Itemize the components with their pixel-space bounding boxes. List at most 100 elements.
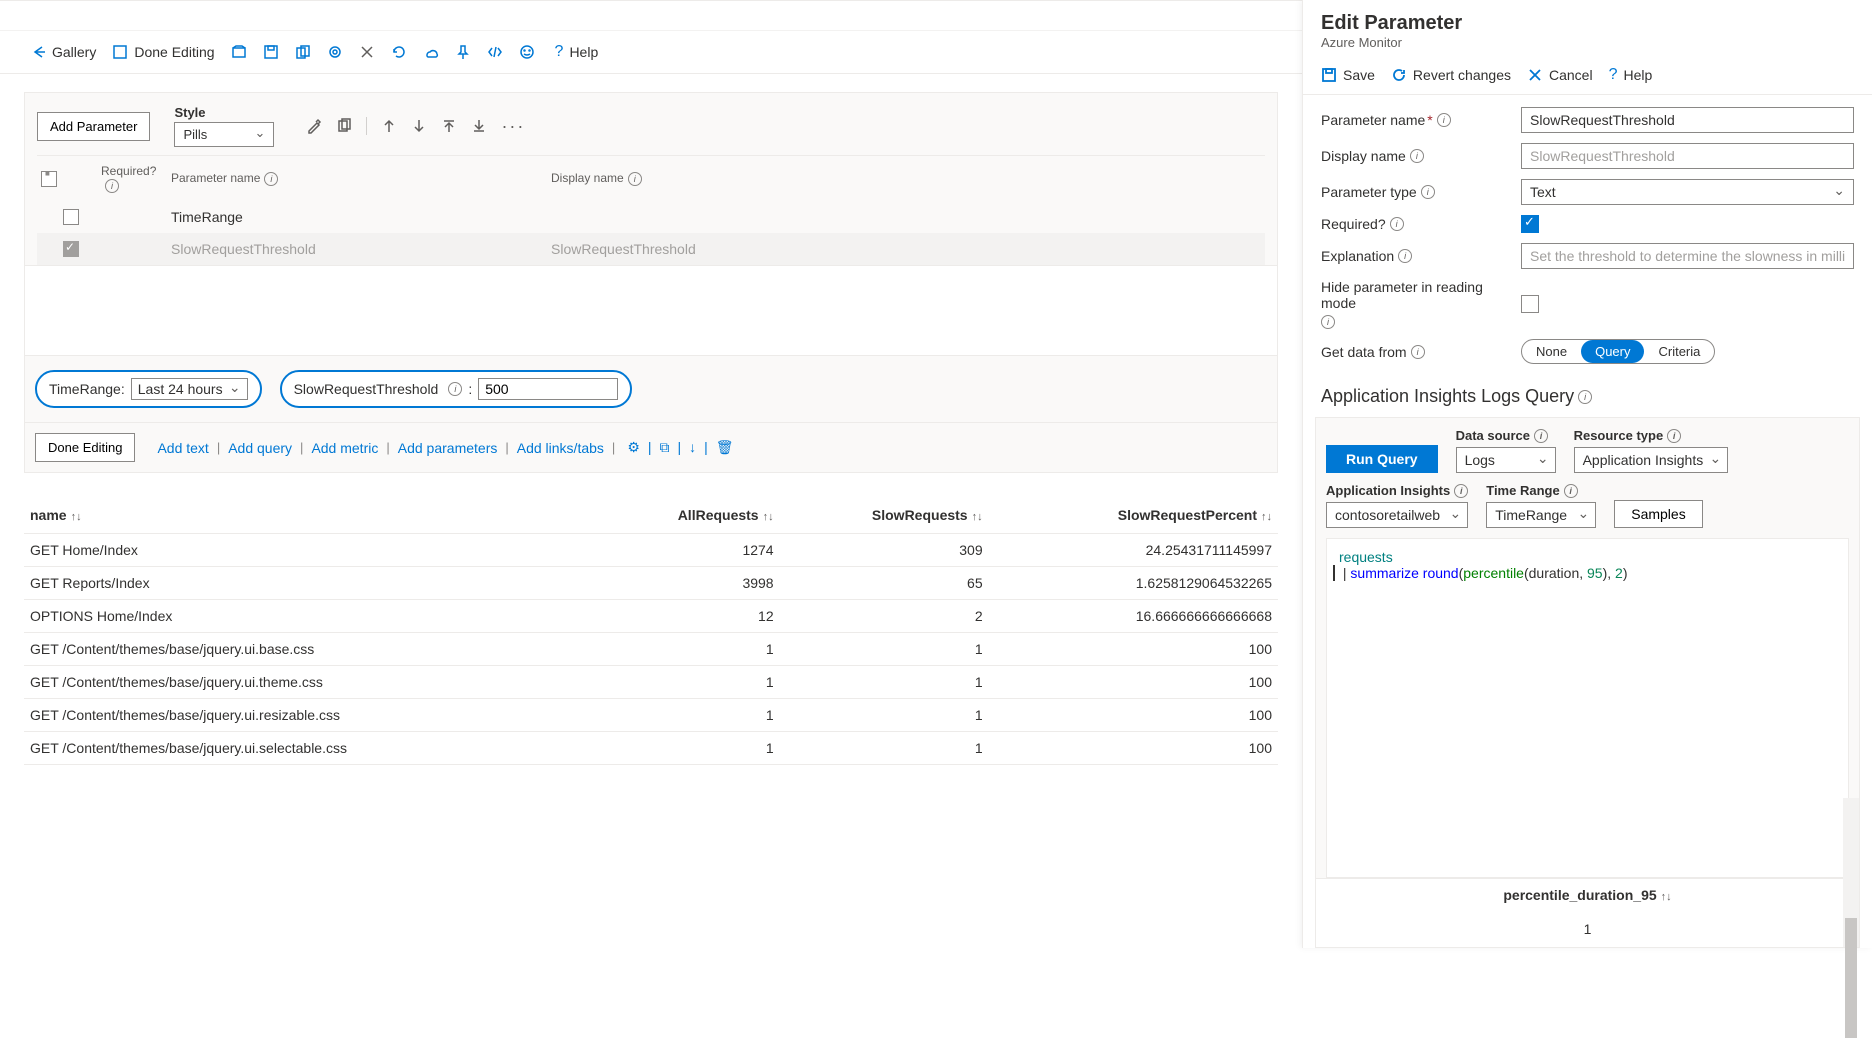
- time-range-select[interactable]: TimeRange: [1486, 502, 1596, 528]
- feedback-icon[interactable]: [513, 40, 541, 64]
- sort-icon[interactable]: ↑↓: [972, 511, 983, 523]
- code-icon[interactable]: [481, 40, 509, 64]
- edit-icon[interactable]: [306, 118, 322, 134]
- save-button[interactable]: Save: [1321, 67, 1375, 83]
- info-icon[interactable]: i: [1564, 484, 1578, 498]
- duplicate-icon[interactable]: [336, 118, 352, 134]
- param-row[interactable]: TimeRange: [37, 201, 1265, 233]
- add-text-link[interactable]: Add text: [157, 440, 208, 456]
- done-editing-button[interactable]: Done Editing: [106, 40, 220, 64]
- sort-icon[interactable]: ↑↓: [763, 511, 774, 523]
- info-icon[interactable]: i: [1411, 345, 1425, 359]
- parameter-name-input[interactable]: [1521, 107, 1854, 133]
- data-source-select[interactable]: Logs: [1456, 447, 1556, 473]
- info-icon[interactable]: i: [1667, 429, 1681, 443]
- query-section-title: Application Insights Logs Query: [1321, 386, 1574, 407]
- sort-icon[interactable]: ↑↓: [1261, 511, 1272, 523]
- cloud-icon[interactable]: [417, 40, 445, 64]
- revert-button[interactable]: Revert changes: [1391, 67, 1511, 83]
- info-icon[interactable]: i: [1398, 249, 1412, 263]
- parameter-type-select[interactable]: Text: [1521, 179, 1854, 205]
- table-row[interactable]: GET /Content/themes/base/jquery.ui.base.…: [24, 633, 1278, 666]
- slowrequest-value-input[interactable]: [478, 378, 618, 400]
- select-all-checkbox[interactable]: [41, 171, 57, 187]
- hide-checkbox[interactable]: [1521, 295, 1539, 313]
- gallery-label: Gallery: [52, 44, 96, 60]
- col-all[interactable]: AllRequests: [678, 507, 759, 523]
- close-icon[interactable]: [353, 40, 381, 64]
- info-icon[interactable]: i: [1410, 149, 1424, 163]
- result-header[interactable]: percentile_duration_95: [1503, 887, 1656, 903]
- table-row[interactable]: OPTIONS Home/Index12216.666666666666668: [24, 600, 1278, 633]
- display-name-input[interactable]: [1521, 143, 1854, 169]
- copy-icon[interactable]: [289, 40, 317, 64]
- gallery-button[interactable]: Gallery: [24, 40, 102, 64]
- refresh-icon[interactable]: [385, 40, 413, 64]
- query-editor[interactable]: requests | summarize round(percentile(du…: [1326, 538, 1849, 878]
- explanation-input[interactable]: [1521, 243, 1854, 269]
- timerange-pill[interactable]: TimeRange: Last 24 hours: [35, 370, 262, 408]
- info-icon[interactable]: i: [105, 179, 119, 193]
- add-metric-link[interactable]: Add metric: [311, 440, 378, 456]
- table-row[interactable]: GET Reports/Index3998651.625812906453226…: [24, 567, 1278, 600]
- info-icon[interactable]: i: [1534, 429, 1548, 443]
- run-query-button[interactable]: Run Query: [1326, 445, 1438, 473]
- step-copy-icon[interactable]: ⧉: [660, 439, 670, 456]
- col-slow[interactable]: SlowRequests: [872, 507, 968, 523]
- add-query-link[interactable]: Add query: [228, 440, 292, 456]
- get-data-segmented: None Query Criteria: [1521, 339, 1715, 364]
- param-row-selected[interactable]: SlowRequestThreshold SlowRequestThreshol…: [37, 233, 1265, 265]
- row-checkbox[interactable]: [63, 209, 79, 225]
- move-bottom-icon[interactable]: [471, 118, 487, 134]
- cancel-button[interactable]: Cancel: [1527, 67, 1593, 83]
- seg-none[interactable]: None: [1522, 340, 1581, 363]
- step-down-icon[interactable]: ↓: [689, 439, 696, 456]
- scrollbar[interactable]: [1843, 798, 1859, 947]
- done-editing-step[interactable]: Done Editing: [35, 433, 135, 462]
- slowrequest-pill[interactable]: SlowRequestThreshold i :: [280, 370, 633, 408]
- add-parameters-link[interactable]: Add parameters: [398, 440, 498, 456]
- pin-icon[interactable]: [449, 40, 477, 64]
- info-icon[interactable]: i: [1454, 484, 1468, 498]
- info-icon[interactable]: i: [1578, 390, 1592, 404]
- move-top-icon[interactable]: [441, 118, 457, 134]
- app-insights-select[interactable]: contosoretailweb: [1326, 502, 1468, 528]
- info-icon[interactable]: i: [1437, 113, 1451, 127]
- help-button[interactable]: ?Help: [1609, 66, 1653, 84]
- add-parameter-button[interactable]: Add Parameter: [37, 112, 150, 141]
- more-icon[interactable]: ···: [501, 116, 525, 137]
- info-icon[interactable]: i: [1421, 185, 1435, 199]
- info-icon[interactable]: i: [1390, 217, 1404, 231]
- samples-button[interactable]: Samples: [1614, 500, 1702, 528]
- info-icon[interactable]: i: [1321, 315, 1335, 329]
- table-row[interactable]: GET /Content/themes/base/jquery.ui.selec…: [24, 732, 1278, 765]
- info-icon[interactable]: i: [448, 382, 462, 396]
- sort-icon[interactable]: ↑↓: [71, 511, 82, 523]
- info-icon[interactable]: i: [628, 172, 642, 186]
- required-checkbox[interactable]: [1521, 215, 1539, 233]
- style-select[interactable]: Pills: [174, 122, 274, 147]
- info-icon[interactable]: i: [264, 172, 278, 186]
- table-row[interactable]: GET Home/Index127430924.25431711145997: [24, 534, 1278, 567]
- move-down-icon[interactable]: [411, 118, 427, 134]
- settings-icon[interactable]: [321, 40, 349, 64]
- timerange-value-select[interactable]: Last 24 hours: [131, 378, 248, 400]
- add-links-link[interactable]: Add links/tabs: [517, 440, 604, 456]
- help-button[interactable]: ? Help: [545, 39, 605, 65]
- row-checkbox[interactable]: [63, 241, 79, 257]
- col-pct[interactable]: SlowRequestPercent: [1118, 507, 1257, 523]
- step-settings-icon[interactable]: ⚙: [627, 439, 640, 456]
- col-name[interactable]: name: [30, 507, 67, 523]
- move-up-icon[interactable]: [381, 118, 397, 134]
- seg-criteria[interactable]: Criteria: [1644, 340, 1714, 363]
- result-value: 1: [1316, 911, 1859, 947]
- open-icon[interactable]: [225, 40, 253, 64]
- table-row[interactable]: GET /Content/themes/base/jquery.ui.resiz…: [24, 699, 1278, 732]
- seg-query[interactable]: Query: [1581, 340, 1644, 363]
- save-icon[interactable]: [257, 40, 285, 64]
- table-row[interactable]: GET /Content/themes/base/jquery.ui.theme…: [24, 666, 1278, 699]
- parameters-panel: Add Parameter Style Pills ···: [24, 92, 1278, 266]
- resource-type-select[interactable]: Application Insights: [1574, 447, 1729, 473]
- style-label: Style: [174, 105, 274, 120]
- step-delete-icon[interactable]: 🗑: [716, 439, 734, 456]
